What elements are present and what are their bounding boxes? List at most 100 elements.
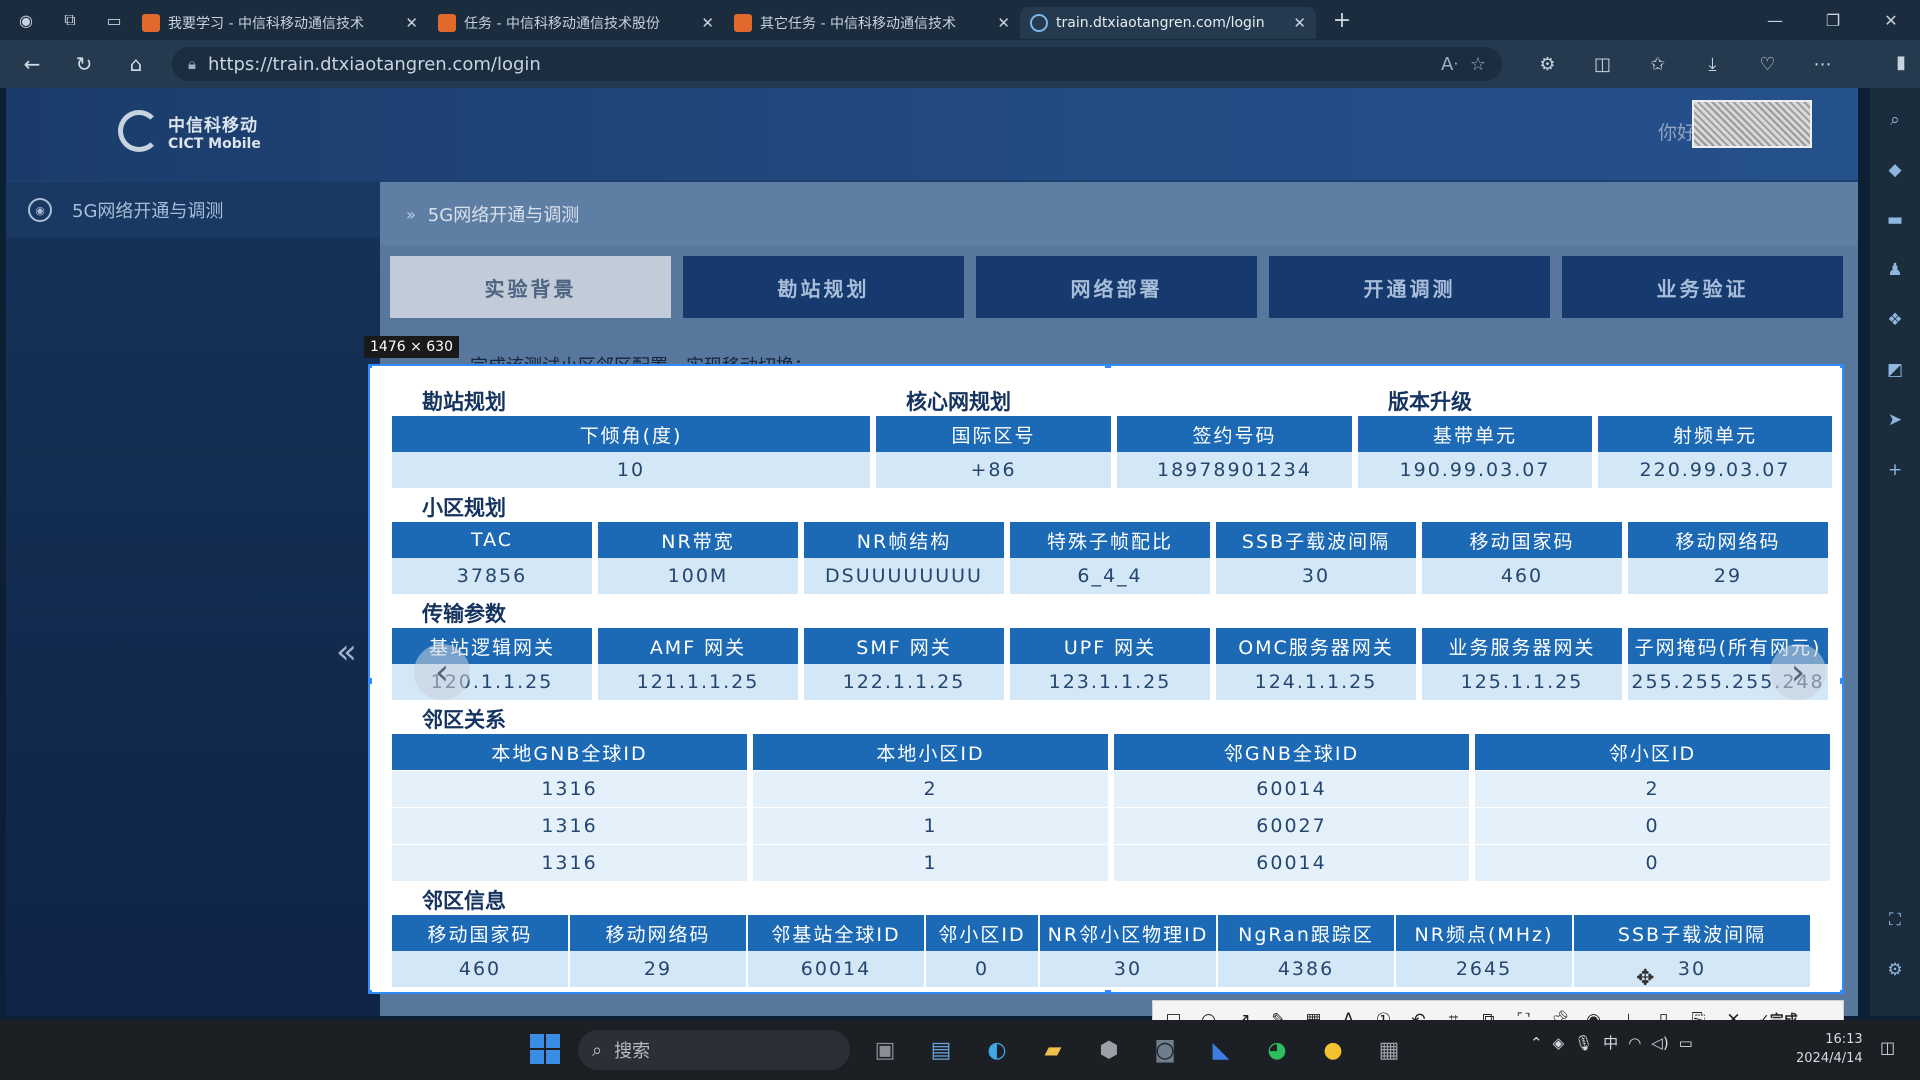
notification-icon[interactable]: ◫	[1880, 1038, 1895, 1057]
table-header: 签约号码	[1117, 416, 1352, 452]
app-icon[interactable]: ●	[1310, 1028, 1356, 1072]
games-icon[interactable]: ♟	[1880, 252, 1910, 288]
tab-actions-icon[interactable]: ▭	[96, 6, 132, 34]
table-header: 下倾角(度)	[392, 416, 870, 452]
close-tab-icon[interactable]: ✕	[701, 14, 714, 32]
browser-tab-3[interactable]: 其它任务 - 中信科移动通信技术 ✕	[724, 7, 1020, 39]
company-logo: 中信科移动 CICT Mobile	[118, 110, 261, 152]
app-icon[interactable]: ▦	[1366, 1028, 1412, 1072]
resize-handle[interactable]	[1105, 990, 1111, 992]
browser-tab-2[interactable]: 任务 - 中信科移动通信技术股份 ✕	[428, 7, 724, 39]
more-menu-icon[interactable]: ⋯	[1795, 46, 1850, 82]
read-aloud-icon[interactable]: Aᐧ	[1441, 54, 1458, 75]
camera-icon[interactable]: ◙	[1142, 1028, 1188, 1072]
app-icon[interactable]: ▤	[918, 1028, 964, 1072]
shopping-icon[interactable]: ◆	[1880, 152, 1910, 188]
edge-browser-icon[interactable]: ◐	[974, 1028, 1020, 1072]
tab-background[interactable]: 实验背景	[390, 256, 671, 318]
security-icon[interactable]: ◈	[1553, 1034, 1565, 1052]
section-title-cell-planning: 小区规划	[422, 496, 506, 520]
search-icon[interactable]: ⌕	[1880, 102, 1910, 138]
tab-service-verify[interactable]: 业务验证	[1562, 256, 1843, 318]
table-header: 邻小区ID	[926, 915, 1038, 951]
browser-tab-4[interactable]: train.dtxiaotangren.com/login ✕	[1020, 7, 1316, 39]
volume-icon[interactable]: ◁)	[1651, 1034, 1668, 1052]
sidebar-toggle-icon[interactable]: ▮	[1896, 52, 1906, 73]
toolbox-icon[interactable]: ▬	[1880, 202, 1910, 238]
resize-handle[interactable]	[1105, 366, 1111, 368]
close-tab-icon[interactable]: ✕	[997, 14, 1010, 32]
url-text[interactable]: https://train.dtxiaotangren.com/login	[208, 54, 1429, 75]
microphone-icon[interactable]: 🎙︎	[1574, 1034, 1593, 1052]
next-slide-button[interactable]: ›	[1770, 644, 1826, 700]
favorite-star-icon[interactable]: ☆	[1470, 54, 1486, 75]
lock-icon[interactable]: 🔒︎	[188, 55, 196, 73]
clock[interactable]: 16:13 2024/4/14	[1796, 1030, 1863, 1068]
resize-handle[interactable]	[370, 990, 372, 992]
downloads-icon[interactable]: ⤓	[1685, 46, 1740, 82]
workspaces-icon[interactable]: ⧉	[52, 6, 88, 34]
profile-icon[interactable]: ◉	[8, 6, 44, 34]
table-header: AMF 网关	[598, 628, 798, 664]
breadcrumb-label[interactable]: 5G网络开通与调测	[428, 201, 579, 227]
table-cell: 460	[392, 951, 568, 987]
tab-network-deploy[interactable]: 网络部署	[976, 256, 1257, 318]
snip-selection[interactable]: 勘站规划 下倾角(度) 10 核心网规划 国际区号 签约号码 +86 18978…	[368, 364, 1844, 994]
send-icon[interactable]: ➤	[1880, 402, 1910, 438]
browser-tab-1[interactable]: 我要学习 - 中信科移动通信技术 ✕	[132, 7, 428, 39]
tab-title: 我要学习 - 中信科移动通信技术	[168, 16, 364, 32]
close-tab-icon[interactable]: ✕	[1293, 14, 1306, 32]
address-bar[interactable]: 🔒︎ https://train.dtxiaotangren.com/login…	[172, 47, 1502, 81]
resize-handle[interactable]	[1840, 990, 1842, 992]
outlook-icon[interactable]: ◩	[1880, 352, 1910, 388]
close-window-icon[interactable]: ✕	[1862, 0, 1920, 40]
back-icon[interactable]: ←	[12, 46, 52, 82]
prev-slide-button[interactable]: ‹	[414, 644, 470, 700]
home-icon[interactable]: ⌂	[116, 46, 156, 82]
search-icon: ⌕	[592, 1039, 603, 1061]
table-header: NR邻小区物理ID	[1040, 915, 1216, 951]
app-icon[interactable]: ⬢	[1086, 1028, 1132, 1072]
restore-icon[interactable]: ❐	[1804, 0, 1862, 40]
extensions-icon[interactable]: ⚙	[1520, 46, 1575, 82]
collapse-sidebar-icon[interactable]: «	[336, 632, 357, 672]
resize-handle[interactable]	[1840, 366, 1842, 368]
settings-gear-icon[interactable]: ⚙	[1880, 952, 1910, 988]
windows-start-icon[interactable]	[530, 1034, 560, 1064]
wifi-icon[interactable]: ◠	[1628, 1034, 1641, 1052]
split-screen-icon[interactable]: ◫	[1575, 46, 1630, 82]
add-app-icon[interactable]: +	[1880, 452, 1910, 488]
taskbar-search[interactable]: ⌕ 搜索	[578, 1030, 850, 1070]
new-tab-button[interactable]: +	[1324, 4, 1360, 36]
ime-indicator[interactable]: 中	[1603, 1032, 1618, 1053]
table-cell: 1	[753, 808, 1108, 844]
app-sidebar: ◉ 5G网络开通与调测 «	[6, 182, 380, 1016]
task-view-icon[interactable]: ▣	[862, 1028, 908, 1072]
cell-planning-table: TAC NR带宽 NR帧结构 特殊子帧配比 SSB子载波间隔 移动国家码 移动网…	[392, 522, 1832, 594]
toolbar-icons: ⚙ ◫ ✩ ⤓ ♡ ⋯	[1520, 46, 1850, 82]
battery-icon[interactable]: ▭	[1679, 1034, 1693, 1052]
resize-handle[interactable]	[370, 678, 372, 684]
minimize-icon[interactable]: —	[1746, 0, 1804, 40]
resize-handle[interactable]	[1840, 678, 1842, 684]
resize-handle[interactable]	[370, 366, 372, 368]
tray-overflow-icon[interactable]: ⌃	[1530, 1034, 1543, 1052]
section-title-version-upgrade: 版本升级	[1388, 390, 1472, 414]
wechat-icon[interactable]: ◕	[1254, 1028, 1300, 1072]
table-header: 移动网络码	[570, 915, 746, 951]
edge-sidebar: ⌕ ◆ ▬ ♟ ❖ ◩ ➤ + ⛶ ⚙	[1870, 88, 1920, 1016]
screenshot-icon[interactable]: ⛶	[1880, 902, 1910, 938]
tab-commissioning[interactable]: 开通调测	[1269, 256, 1550, 318]
file-explorer-icon[interactable]: ▰	[1030, 1028, 1076, 1072]
table-cell: 37856	[392, 558, 592, 594]
tab-site-planning[interactable]: 勘站规划	[683, 256, 964, 318]
clock-time: 16:13	[1825, 1032, 1863, 1047]
sidebar-item-5g-network[interactable]: ◉ 5G网络开通与调测	[6, 182, 380, 238]
table-cell: 30	[1216, 558, 1416, 594]
app-icon[interactable]: ◣	[1198, 1028, 1244, 1072]
favorites-icon[interactable]: ✩	[1630, 46, 1685, 82]
close-tab-icon[interactable]: ✕	[405, 14, 418, 32]
copilot-icon[interactable]: ❖	[1880, 302, 1910, 338]
refresh-icon[interactable]: ↻	[64, 46, 104, 82]
browser-essentials-icon[interactable]: ♡	[1740, 46, 1795, 82]
